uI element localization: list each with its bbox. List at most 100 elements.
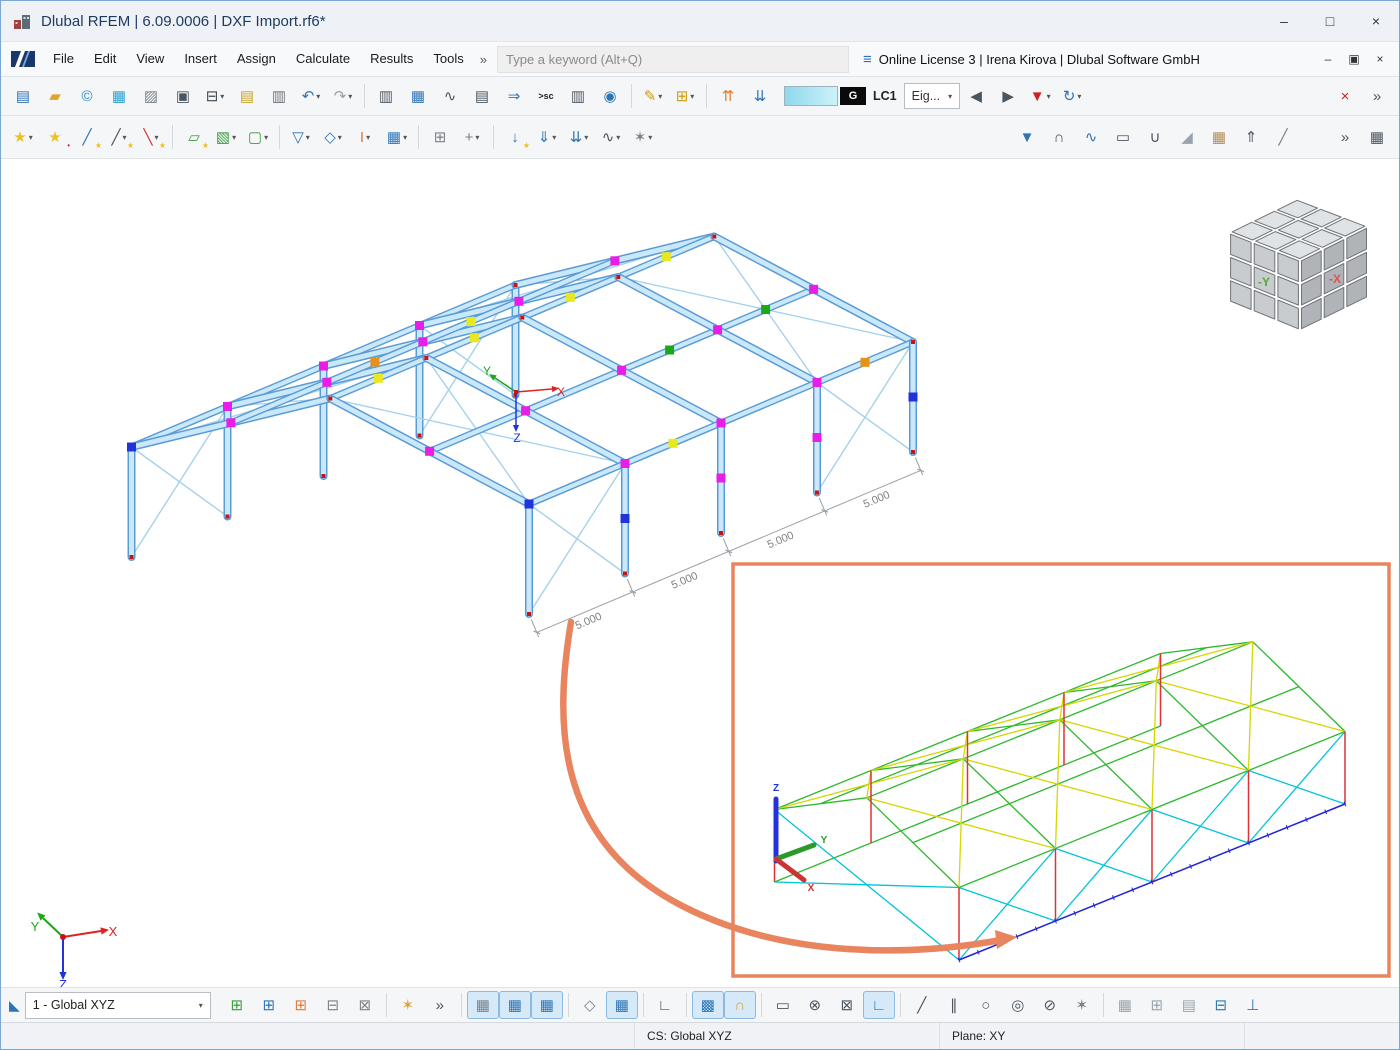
global-chip[interactable]: G [840,87,866,105]
reference-grid-icon[interactable]: ⊞ [1141,991,1173,1019]
undo-icon[interactable]: ↶ ▾ [295,82,327,110]
user-plane-icon[interactable]: ⊠ [349,991,381,1019]
previous-load-case-icon[interactable]: ◀ [960,82,992,110]
flow-direction-icon[interactable]: ⇊ [744,82,776,110]
menu-calculate[interactable]: Calculate [286,42,360,76]
load-case-combo[interactable]: Eig... ▾ [904,83,961,109]
object-snap-icon[interactable]: ▦ [531,991,563,1019]
new-hinge-icon[interactable]: ◇ ▾ [317,123,349,151]
menu-view[interactable]: View [126,42,174,76]
layers-icon[interactable]: ▤ [1173,991,1205,1019]
new-section-icon[interactable]: I ▾ [349,123,381,151]
plane-yz-icon[interactable]: ⊞ [285,991,317,1019]
display-properties-icon[interactable]: ✎ ▾ [637,82,669,110]
concentric-tool-icon[interactable]: ◎ [1002,991,1034,1019]
structure-model[interactable] [132,237,914,615]
guidelines-icon[interactable]: ◇ [574,991,606,1019]
table-grid-icon[interactable]: ▦ [402,82,434,110]
menu-file[interactable]: File [43,42,84,76]
toolbar-overflow-icon[interactable]: » [1329,123,1361,151]
anchor-icon[interactable]: ⊥ [1237,991,1269,1019]
dlubal-center-icon[interactable]: © [71,82,103,110]
tangent-tool-icon[interactable]: ⊘ [1034,991,1066,1019]
line-tool-icon[interactable]: ╱ [906,991,938,1019]
nav-cube[interactable]: -Y-X [1231,200,1367,328]
web-services-icon[interactable]: ◉ [594,82,626,110]
mdi-minimize-button[interactable]: – [1315,44,1341,74]
select-circle-icon[interactable]: ⊗ [799,991,831,1019]
table-view-icon[interactable]: ▥ [370,82,402,110]
plane-xz-icon[interactable]: ⊞ [253,991,285,1019]
graphic-printout-icon[interactable]: ▨ [135,82,167,110]
new-member-icon[interactable]: ╲ ★ ▾ [135,123,167,151]
new-member-load-icon[interactable]: ⇓ ▾ [531,123,563,151]
to-scale-icon[interactable]: >sc [530,82,562,110]
background-layers-icon[interactable]: ⊟ [1205,991,1237,1019]
navigator-icon[interactable]: ▦ [103,82,135,110]
clipping-box-icon[interactable]: ▭ [1107,123,1139,151]
model-viewport[interactable]: 5.0005.0005.0005.000XYZXYZ-Y-XZYX [1,158,1399,987]
mdi-close-button[interactable]: × [1367,44,1393,74]
goto-table-icon[interactable]: ⇒ [498,82,530,110]
toolbar-overflow-icon[interactable]: » [1361,82,1393,110]
coordinate-system-combo[interactable]: 1 - Global XYZ ▾ [25,992,211,1019]
model-view-svg[interactable]: 5.0005.0005.0005.000XYZXYZ-Y-XZYX [1,159,1399,987]
grid-snap-icon[interactable]: ▦ [499,991,531,1019]
dimension-grid-icon[interactable]: ▦ [1109,991,1141,1019]
new-surface-icon[interactable]: ▱ ★ [178,123,210,151]
load-wizard-icon[interactable]: ✶ ▾ [627,123,659,151]
filter-loads-icon[interactable]: ▼ ▾ [1024,82,1056,110]
result-diagram-icon[interactable]: ∿ [434,82,466,110]
rendering-icon[interactable]: ▦ [1203,123,1235,151]
cartesian-icon[interactable]: ∟ [649,991,681,1019]
minimize-button[interactable]: – [1261,1,1307,41]
next-load-case-icon[interactable]: ▶ [992,82,1024,110]
table-pane-icon[interactable]: ▤ [466,82,498,110]
new-block-icon[interactable]: ▦ ▾ [381,123,413,151]
view-settings-icon[interactable]: ⊞ ▾ [669,82,701,110]
new-model-icon[interactable]: ▤ [7,82,39,110]
more-snap-icon[interactable]: » [424,991,456,1019]
mdi-restore-button[interactable]: ▣ [1341,44,1367,74]
new-polyline-icon[interactable]: ╱ ★ ▾ [103,123,135,151]
copy-object-icon[interactable]: ⊞ [424,123,456,151]
result-color-scale[interactable] [784,86,838,106]
new-surface-load-icon[interactable]: ⇊ ▾ [563,123,595,151]
select-rectangle-icon[interactable]: ▭ [767,991,799,1019]
move-object-icon[interactable]: + ▾ [456,123,488,151]
select-special-icon[interactable]: ★ ▾ [7,123,39,151]
visibility-filter-icon[interactable]: ▼ [1011,123,1043,151]
snap-lock-icon[interactable]: ∩ [724,991,756,1019]
measure-icon[interactable]: ╱ [1267,123,1299,151]
work-plane-icon[interactable]: ⊞ [221,991,253,1019]
section-view-icon[interactable]: ∩ [1043,123,1075,151]
add-comment-icon[interactable]: ▤ [231,82,263,110]
snap-star-icon[interactable]: ✶ [1066,991,1098,1019]
cancel-action-icon[interactable]: × [1329,82,1361,110]
menu-edit[interactable]: Edit [84,42,126,76]
select-polygon-icon[interactable]: ⊠ [831,991,863,1019]
camera-walk-icon[interactable]: ⇑ [1235,123,1267,151]
close-button[interactable]: × [1353,1,1399,41]
new-opening-icon[interactable]: ▢ ▾ [242,123,274,151]
smooth-view-icon[interactable]: ∪ [1139,123,1171,151]
selection-grid-icon[interactable]: ▦ [1361,123,1393,151]
plane-offset-icon[interactable]: ⊟ [317,991,349,1019]
menu-results[interactable]: Results [360,42,423,76]
menu-overflow-icon[interactable]: » [474,52,493,67]
redo-icon[interactable]: ↷ ▾ [327,82,359,110]
parallel-tool-icon[interactable]: ∥ [938,991,970,1019]
new-nodal-load-icon[interactable]: ↓ ★ [499,123,531,151]
eraser-icon[interactable]: ◢ [1171,123,1203,151]
menu-tools[interactable]: Tools [423,42,473,76]
new-imperfection-icon[interactable]: ∿ ▾ [595,123,627,151]
menu-insert[interactable]: Insert [174,42,227,76]
result-diagrams-icon[interactable]: ∿ [1075,123,1107,151]
guideline-snap-icon[interactable]: ▦ [606,991,638,1019]
maximize-button[interactable]: □ [1307,1,1353,41]
open-model-icon[interactable]: ▰ [39,82,71,110]
new-node-icon[interactable]: ★ • [39,123,71,151]
new-solid-icon[interactable]: ▧ ▾ [210,123,242,151]
rotate-view-icon[interactable]: ↻ ▾ [1056,82,1088,110]
snap-grid-points-icon[interactable]: ▩ [692,991,724,1019]
